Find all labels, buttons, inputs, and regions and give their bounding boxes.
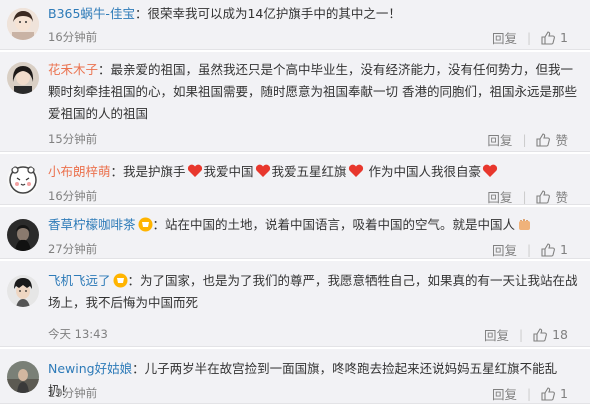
comment-item: 花禾木子：最亲爱的祖国，虽然我还只是个高中毕业生，没有经济能力，没有任何势力，但…: [0, 52, 590, 152]
thumbs-up-icon: [541, 242, 555, 257]
reply-button[interactable]: 回复: [487, 187, 512, 206]
avatar[interactable]: [7, 219, 39, 251]
like-count: 18: [552, 327, 568, 342]
timestamp: 27分钟前: [48, 242, 98, 256]
reply-button[interactable]: 回复: [487, 130, 512, 149]
username-link[interactable]: 飞机飞远了: [48, 273, 111, 288]
like-count: 赞: [555, 190, 568, 205]
thumbs-up-icon: [533, 327, 548, 342]
divider: |: [522, 189, 527, 204]
heart-icon: [255, 164, 270, 177]
avatar[interactable]: [7, 164, 39, 196]
reply-button[interactable]: 回复: [492, 240, 517, 259]
divider: |: [527, 386, 532, 401]
comment-actions: 回复 | 1: [492, 28, 568, 47]
divider: |: [519, 327, 524, 342]
thumbs-up-icon: [536, 132, 551, 147]
comment-actions: 回复 | 赞: [487, 187, 568, 206]
avatar[interactable]: [7, 8, 39, 40]
comment-item: Newing好姑娘：儿子两岁半在故宫捡到一面国旗，咚咚跑去捡起来还说妈妈五星红旗…: [0, 349, 590, 404]
thumbs-up-icon: [536, 189, 551, 204]
like-count: 1: [560, 242, 568, 257]
avatar[interactable]: [7, 62, 39, 94]
username-link[interactable]: 香草柠檬咖啡茶: [48, 217, 136, 232]
avatar[interactable]: [7, 275, 39, 307]
username-link[interactable]: Newing好姑娘: [48, 361, 132, 376]
comment-item: 小布朗梓萌：我是护旗手 我爱中国 我爱五星红旗 作为中国人我很自豪 16分钟前 回复…: [0, 154, 590, 205]
comment-text: 飞机飞远了 ：为了国家，也是为了我们的尊严，我愿意牺牲自己，如果真的有一天让我站在…: [48, 273, 578, 310]
comment-actions: 回复 | 18: [484, 325, 568, 344]
timestamp: 19分钟前: [48, 386, 98, 400]
like-button[interactable]: 1: [541, 242, 568, 257]
divider: |: [522, 132, 527, 147]
comment-text: B365蜗牛-佳宝：很荣幸我可以成为14亿护旗手中的其中之一！: [48, 6, 401, 21]
fist-icon: [519, 219, 531, 230]
username-link[interactable]: 花禾木子: [48, 62, 98, 77]
like-count: 1: [560, 386, 568, 401]
like-button[interactable]: 赞: [536, 187, 568, 206]
like-button[interactable]: 1: [541, 386, 568, 401]
thumbs-up-icon: [541, 386, 555, 401]
comment-item: 飞机飞远了 ：为了国家，也是为了我们的尊严，我愿意牺牲自己，如果真的有一天让我站在…: [0, 261, 590, 347]
reply-button[interactable]: 回复: [492, 384, 517, 403]
comment-text: 小布朗梓萌：我是护旗手 我爱中国 我爱五星红旗 作为中国人我很自豪: [48, 161, 582, 183]
timestamp: 16分钟前: [48, 189, 98, 203]
heart-icon: [348, 164, 363, 177]
thumbs-up-icon: [541, 30, 555, 45]
member-badge-icon: [138, 217, 153, 232]
username-link[interactable]: 小布朗梓萌: [48, 164, 111, 179]
like-button[interactable]: 1: [541, 30, 568, 45]
username-link[interactable]: B365蜗牛-佳宝: [48, 6, 135, 21]
timestamp: 16分钟前: [48, 30, 98, 44]
divider: |: [527, 242, 532, 257]
like-count: 1: [560, 30, 568, 45]
timestamp: 今天 13:43: [48, 327, 108, 341]
comment-item: B365蜗牛-佳宝：很荣幸我可以成为14亿护旗手中的其中之一！ 16分钟前 回复…: [0, 0, 590, 50]
avatar[interactable]: [7, 361, 39, 393]
reply-button[interactable]: 回复: [492, 28, 517, 47]
comment-text: 香草柠檬咖啡茶 ：站在中国的土地，说着中国语言，吸着中国的空气。就是中国人: [48, 214, 582, 236]
comment-actions: 回复 | 赞: [487, 130, 568, 149]
timestamp: 15分钟前: [48, 132, 98, 146]
comment-actions: 回复 | 1: [492, 384, 568, 403]
member-badge-icon: [113, 273, 128, 288]
reply-button[interactable]: 回复: [484, 325, 509, 344]
heart-icon: [482, 164, 498, 177]
divider: |: [527, 30, 532, 45]
comment-item: 香草柠檬咖啡茶 ：站在中国的土地，说着中国语言，吸着中国的空气。就是中国人 27分…: [0, 207, 590, 259]
like-count: 赞: [555, 133, 568, 148]
comment-text: 花禾木子：最亲爱的祖国，虽然我还只是个高中毕业生，没有经济能力，没有任何势力，但…: [48, 62, 577, 121]
heart-icon: [187, 164, 202, 177]
comment-actions: 回复 | 1: [492, 240, 568, 259]
like-button[interactable]: 18: [533, 327, 568, 342]
like-button[interactable]: 赞: [536, 130, 568, 149]
